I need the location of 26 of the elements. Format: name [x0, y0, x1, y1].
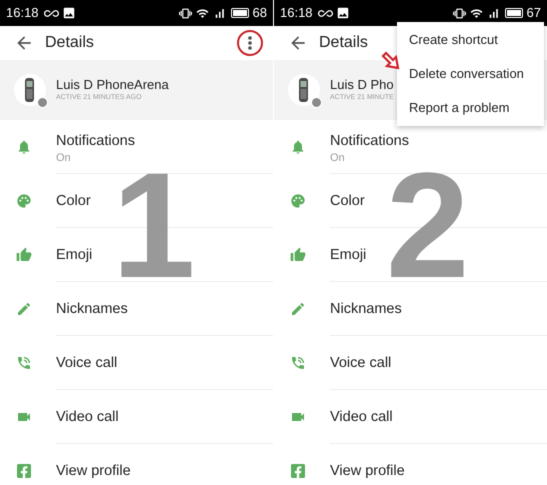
page-title: Details	[45, 33, 94, 53]
contact-name: Luis D PhoneArena	[56, 76, 169, 94]
battery-level: 67	[526, 4, 541, 22]
step-number: 2	[386, 150, 470, 300]
row-label: Video call	[330, 408, 394, 426]
page-title: Details	[319, 33, 368, 53]
status-time: 16:18	[6, 4, 39, 22]
row-label: Notifications	[330, 132, 410, 150]
row-label: Voice call	[56, 354, 118, 372]
row-label: View profile	[56, 462, 132, 480]
row-label: Voice call	[330, 354, 392, 372]
step-number: 1	[112, 150, 196, 300]
contact-name: Luis D Pho	[330, 76, 394, 94]
row-label: Emoji	[330, 246, 368, 264]
status-time: 16:18	[280, 4, 313, 22]
row-sublabel: On	[56, 151, 72, 166]
row-label: Color	[330, 192, 366, 210]
row-label: Emoji	[56, 246, 94, 264]
row-label: Video call	[56, 408, 120, 426]
row-sublabel: On	[330, 151, 346, 166]
battery-level: 68	[252, 4, 267, 22]
row-label: Color	[56, 192, 92, 210]
row-label: Nicknames	[56, 300, 129, 318]
row-label: View profile	[330, 462, 406, 480]
row-label: Notifications	[56, 132, 136, 150]
row-label: Nicknames	[330, 300, 403, 318]
